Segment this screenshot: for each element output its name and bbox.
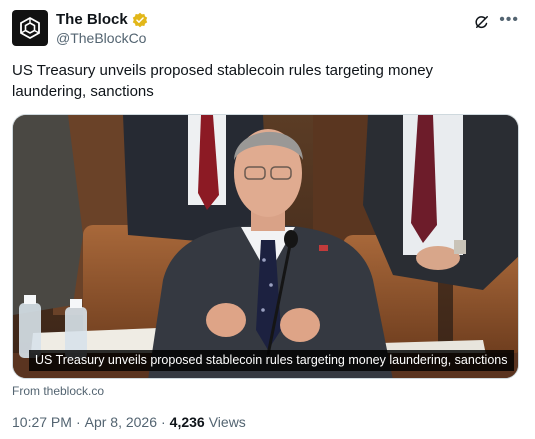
verified-badge-icon[interactable] xyxy=(132,12,148,28)
grok-icon[interactable] xyxy=(473,13,491,31)
views-count: 4,236 xyxy=(169,414,205,430)
author-name[interactable]: The Block xyxy=(56,11,128,28)
the-block-logo-icon xyxy=(20,16,40,40)
link-card-media[interactable]: US Treasury unveils proposed stablecoin … xyxy=(12,114,519,379)
views-label: Views xyxy=(208,414,246,430)
more-icon[interactable]: ••• xyxy=(499,11,519,29)
author-name-row: The Block xyxy=(56,11,148,28)
tweet-text: US Treasury unveils proposed stablecoin … xyxy=(12,62,434,100)
card-source[interactable]: From theblock.co xyxy=(12,384,104,398)
meta-separator: · xyxy=(161,414,166,430)
meta-separator: · xyxy=(75,414,81,430)
author-handle[interactable]: @TheBlockCo xyxy=(56,30,146,46)
tweet-time[interactable]: 10:27 PM xyxy=(12,414,72,430)
tweet-date[interactable]: Apr 8, 2026 xyxy=(85,414,157,430)
tweet-header: The Block @TheBlockCo ••• xyxy=(12,9,523,49)
news-photo xyxy=(13,115,518,378)
avatar[interactable] xyxy=(12,10,48,46)
tweet-meta: 10:27 PM · Apr 8, 2026 · 4,236 Views xyxy=(12,414,246,430)
card-caption: US Treasury unveils proposed stablecoin … xyxy=(29,350,514,371)
